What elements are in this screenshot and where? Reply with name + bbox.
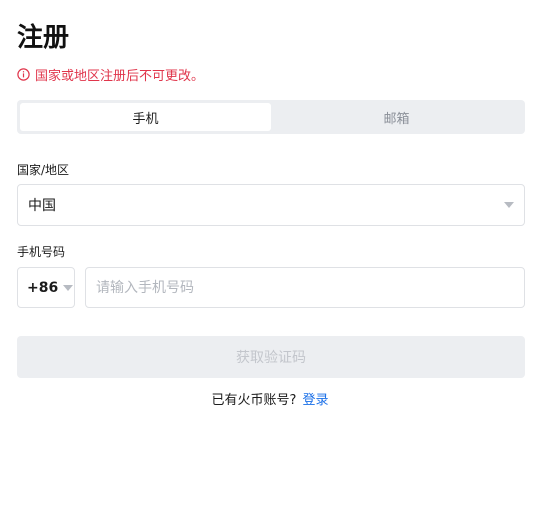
- page-title: 注册: [17, 23, 70, 53]
- tab-email[interactable]: 邮箱: [271, 103, 522, 131]
- country-code-select[interactable]: +86: [17, 267, 75, 308]
- login-prompt-text: 已有火币账号?: [211, 393, 297, 408]
- country-code-value: +86: [27, 279, 59, 296]
- chevron-down-icon: [504, 202, 514, 208]
- phone-label: 手机号码: [17, 245, 66, 259]
- register-method-tabs: 手机 邮箱: [17, 100, 525, 134]
- info-icon: [17, 67, 30, 81]
- login-prompt: 已有火币账号? 登录: [0, 391, 540, 411]
- tab-phone[interactable]: 手机: [20, 103, 271, 131]
- region-notice-text: 国家或地区注册后不可更改。: [35, 68, 205, 84]
- country-label: 国家/地区: [17, 163, 70, 177]
- country-select[interactable]: 中国: [17, 184, 525, 226]
- phone-input[interactable]: [85, 267, 525, 308]
- country-value: 中国: [28, 198, 56, 214]
- register-page: 注册 国家或地区注册后不可更改。 手机 邮箱 国家/地区 中国 手机号码 +86…: [0, 0, 540, 518]
- login-link[interactable]: 登录: [302, 393, 328, 408]
- chevron-down-icon: [63, 284, 74, 291]
- region-notice: 国家或地区注册后不可更改。: [17, 64, 204, 84]
- get-code-button[interactable]: 获取验证码: [17, 336, 525, 378]
